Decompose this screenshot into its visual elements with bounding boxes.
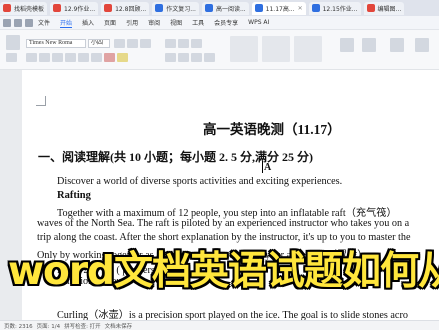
select-icon[interactable] — [362, 38, 376, 52]
paragraph-line: waves of the North Sea. The raft is pilo… — [37, 218, 410, 229]
redo-icon[interactable] — [25, 18, 33, 27]
grow-font-icon[interactable] — [114, 39, 125, 48]
tab-7[interactable]: 编辑图... — [363, 1, 405, 15]
font-color-icon[interactable] — [104, 53, 115, 62]
superscript-icon[interactable] — [78, 53, 89, 62]
style-heading2-icon[interactable] — [294, 36, 322, 62]
numbering-icon[interactable] — [178, 39, 189, 48]
tab-3[interactable]: 作文复习... — [152, 1, 199, 15]
save-icon[interactable] — [3, 18, 11, 27]
indent-icon[interactable] — [191, 39, 202, 48]
tab-6[interactable]: 12.15作业... — [308, 1, 361, 15]
menu-home[interactable]: 开始 — [60, 18, 73, 28]
paste-icon[interactable] — [6, 35, 20, 50]
word-doc-icon — [204, 4, 213, 12]
status-bar: 页数: 2316 页面: 1/4 拼写检查: 打开 文档未保存 — [0, 320, 439, 330]
image-icon — [366, 4, 375, 12]
spell-check-status[interactable]: 拼写检查: 打开 — [64, 322, 101, 330]
bullets-icon[interactable] — [165, 39, 176, 48]
tab-1[interactable]: 12.9作业... — [50, 1, 99, 15]
style-heading1-icon[interactable] — [262, 36, 290, 62]
passage-marker: A — [264, 162, 272, 173]
justify-icon[interactable] — [204, 53, 215, 62]
menu-view[interactable]: 视图 — [170, 18, 182, 27]
pdf-icon — [104, 4, 113, 12]
menu-file[interactable]: 文件 — [38, 18, 50, 27]
close-tab-icon[interactable]: ✕ — [298, 5, 303, 12]
undo-icon[interactable] — [14, 18, 22, 27]
font-name-select[interactable]: Times New Roma — [26, 39, 86, 48]
ribbon-toolbar: Times New Roma 小四 — [0, 30, 439, 70]
tab-2[interactable]: 12.8回顾... — [101, 1, 150, 15]
find-replace-icon[interactable] — [340, 38, 354, 52]
align-left-icon[interactable] — [165, 53, 176, 62]
strikethrough-icon[interactable] — [65, 53, 76, 62]
italic-icon[interactable] — [39, 53, 50, 62]
menu-member[interactable]: 会员专享 — [214, 18, 238, 27]
video-caption: word文档英语试题如何从 — [8, 249, 439, 294]
menu-references[interactable]: 引用 — [126, 18, 138, 27]
clear-format-icon[interactable] — [140, 39, 151, 48]
page-indicator[interactable]: 页面: 1/4 — [37, 322, 60, 330]
more-tools-icon[interactable] — [415, 38, 429, 52]
format-painter-icon[interactable] — [6, 53, 17, 62]
menu-bar: 文件 开始 插入 页面 引用 审阅 视图 工具 会员专享 WPS AI — [0, 16, 439, 30]
word-doc-icon — [311, 4, 320, 12]
align-center-icon[interactable] — [178, 53, 189, 62]
menu-insert[interactable]: 插入 — [82, 18, 94, 27]
section-heading: 一、阅读理解(共 10 小题；每小题 2. 5 分,满分 25 分) — [38, 150, 313, 164]
word-doc-icon — [254, 4, 263, 12]
paragraph-line: Discover a world of diverse sports activ… — [57, 176, 343, 187]
paragraph-line: Curling（冰壶）is a precision sport played o… — [57, 310, 408, 321]
underline-icon[interactable] — [52, 53, 63, 62]
text-cursor — [262, 161, 263, 173]
word-doc-icon — [155, 4, 164, 12]
bold-icon[interactable] — [26, 53, 37, 62]
menu-page[interactable]: 页面 — [104, 18, 116, 27]
menu-wps-ai[interactable]: WPS AI — [248, 19, 269, 26]
tab-bar: 找稻壳模板 12.9作业... 12.8回顾... 作文复习... 高一阅读..… — [0, 0, 439, 16]
align-right-icon[interactable] — [191, 53, 202, 62]
tab-4[interactable]: 高一阅读... — [201, 1, 249, 15]
pdf-icon — [53, 4, 62, 12]
style-normal-icon[interactable] — [230, 36, 258, 62]
tab-5-active[interactable]: 11.17高... ✕ — [251, 1, 306, 15]
subscript-icon[interactable] — [91, 53, 102, 62]
paragraph-line: Together with a maximum of 12 people, yo… — [57, 208, 397, 219]
menu-tools[interactable]: 工具 — [192, 18, 204, 27]
font-size-select[interactable]: 小四 — [88, 39, 110, 48]
word-count[interactable]: 页数: 2316 — [4, 322, 33, 330]
passage-subtitle: Rafting — [57, 190, 91, 201]
document-title: 高一英语晚测（11.17） — [203, 122, 341, 137]
menu-review[interactable]: 审阅 — [148, 18, 160, 27]
save-status: 文档未保存 — [104, 323, 133, 330]
highlight-icon[interactable] — [117, 53, 128, 62]
layout-icon[interactable] — [390, 38, 404, 52]
crop-mark-left — [36, 96, 46, 106]
tab-0[interactable]: 找稻壳模板 — [0, 1, 48, 15]
shrink-font-icon[interactable] — [127, 39, 138, 48]
document-icon — [3, 4, 11, 12]
